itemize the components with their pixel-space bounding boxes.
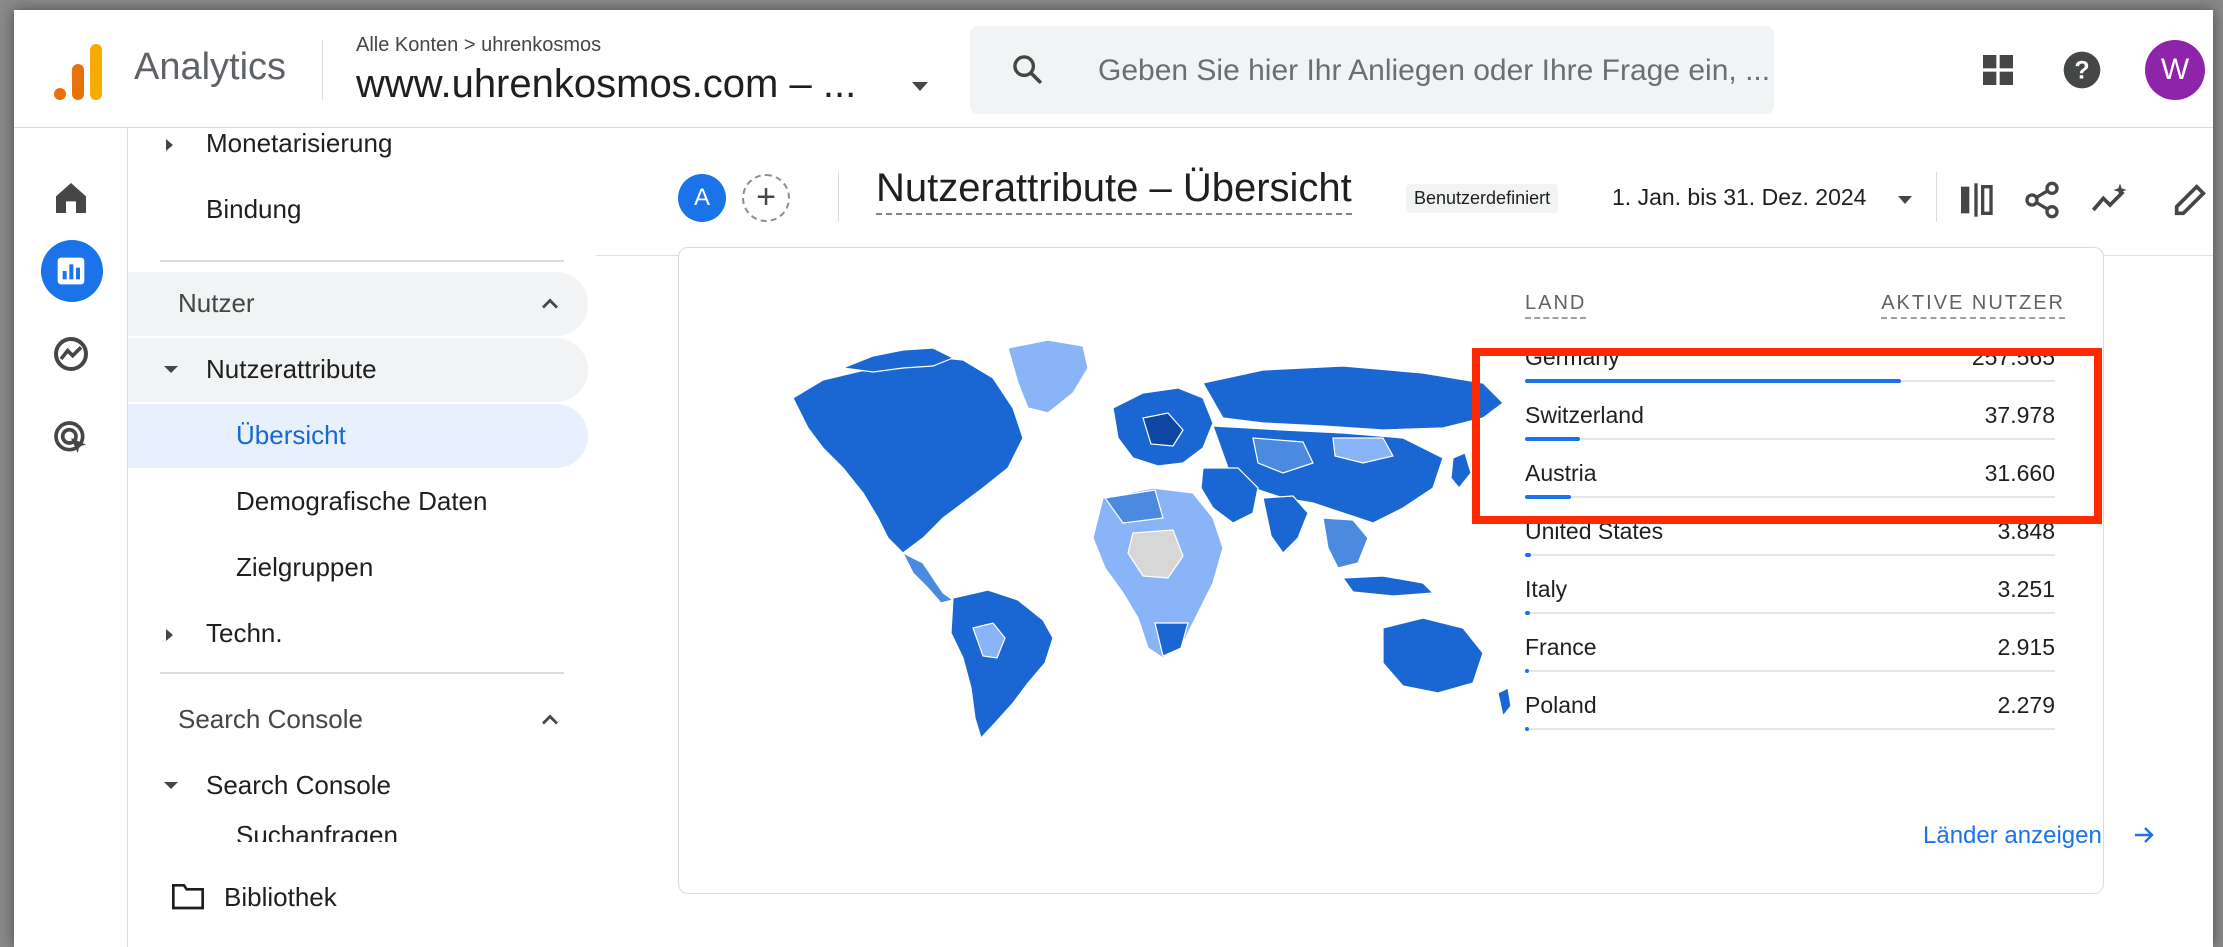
map-new-zealand — [1497, 687, 1512, 718]
user-avatar[interactable]: W — [2145, 40, 2205, 100]
svg-text:?: ? — [2074, 56, 2089, 84]
nav-demografische-daten[interactable]: Demografische Daten — [236, 486, 487, 517]
date-preset-badge: Benutzerdefiniert — [1406, 184, 1559, 213]
chevron-down-icon[interactable] — [1898, 196, 1912, 204]
nav-suchanfragen[interactable]: Suchanfragen — [236, 820, 398, 842]
map-india — [1262, 495, 1309, 554]
nav-bindung[interactable]: Bindung — [206, 194, 301, 225]
share-bar — [1525, 727, 1529, 731]
left-rail — [14, 128, 128, 947]
country-name: Poland — [1525, 692, 1597, 718]
caret-down-icon[interactable] — [164, 366, 178, 373]
app-window: Analytics Alle Konten > uhrenkosmos www.… — [14, 10, 2213, 947]
compare-icon[interactable] — [1956, 180, 1996, 220]
share-bar-track — [1525, 670, 2055, 672]
map-australia — [1382, 617, 1484, 694]
page-title[interactable]: Nutzerattribute – Übersicht — [876, 166, 1352, 215]
folder-icon — [172, 884, 204, 910]
nav-section-nutzer[interactable]: Nutzer — [178, 288, 255, 319]
share-bar-track — [1525, 612, 2055, 614]
map-greenland — [1007, 339, 1089, 414]
search-bar[interactable]: Geben Sie hier Ihr Anliegen oder Ihre Fr… — [970, 26, 1774, 114]
column-header-country[interactable]: LAND — [1525, 292, 1587, 319]
nav-zielgruppen[interactable]: Zielgruppen — [236, 552, 373, 583]
help-icon[interactable]: ? — [2062, 50, 2102, 90]
comparison-chip-a[interactable]: A — [678, 174, 726, 222]
nav-search-console[interactable]: Search Console — [206, 770, 391, 801]
header-divider — [1936, 172, 1937, 222]
analytics-logo-icon[interactable] — [54, 44, 106, 100]
caret-down-icon[interactable] — [164, 782, 178, 789]
map-north-america — [792, 355, 1024, 554]
caret-right-icon[interactable] — [166, 139, 173, 151]
account-breadcrumb[interactable]: Alle Konten > uhrenkosmos — [356, 34, 601, 57]
share-bar — [1525, 611, 1530, 615]
map-southeast-asia — [1322, 517, 1369, 569]
world-map[interactable] — [783, 338, 1523, 754]
add-comparison-button[interactable]: + — [742, 174, 790, 222]
nav-section-search-console[interactable]: Search Console — [178, 704, 363, 735]
search-placeholder[interactable]: Geben Sie hier Ihr Anliegen oder Ihre Fr… — [1098, 54, 1770, 88]
map-south-america — [950, 589, 1054, 740]
active-users-value: 3.251 — [1997, 576, 2055, 602]
caret-right-icon[interactable] — [166, 629, 173, 641]
nav-clip: Suchanfragen — [128, 820, 596, 842]
country-map-card: LAND AKTIVE NUTZER Germany 257.565 Switzer… — [678, 247, 2154, 894]
share-bar — [1525, 669, 1530, 673]
apps-grid-icon[interactable] — [1978, 50, 2018, 90]
nav-divider — [160, 260, 564, 262]
active-users-value: 2.915 — [1997, 634, 2055, 660]
map-russia — [1202, 365, 1504, 431]
annotation-highlight-box — [1472, 348, 2102, 524]
advertising-icon[interactable] — [51, 418, 91, 458]
home-icon[interactable] — [51, 178, 91, 218]
header-divider — [322, 40, 323, 100]
view-countries-link[interactable]: Länder anzeigen — [1923, 822, 2102, 850]
country-name: Italy — [1525, 576, 1568, 602]
explore-icon[interactable] — [51, 334, 91, 374]
date-range-picker[interactable]: 1. Jan. bis 31. Dez. 2024 — [1612, 184, 1866, 211]
table-row[interactable]: Poland 2.279 — [1525, 682, 2055, 740]
share-bar-track — [1525, 554, 2055, 556]
table-row[interactable]: Italy 3.251 — [1525, 566, 2055, 624]
chevron-down-icon[interactable] — [912, 82, 928, 91]
insights-icon[interactable] — [2090, 180, 2130, 220]
report-navigation: Monetarisierung Bindung Nutzer Nutzeratt… — [128, 128, 596, 947]
share-bar-track — [1525, 728, 2055, 730]
column-header-active-users[interactable]: AKTIVE NUTZER — [1881, 292, 2065, 319]
table-row[interactable]: France 2.915 — [1525, 624, 2055, 682]
arrow-right-icon[interactable] — [2132, 822, 2156, 848]
nav-divider — [160, 672, 564, 674]
edit-icon[interactable] — [2170, 180, 2210, 220]
top-bar: Analytics Alle Konten > uhrenkosmos www.… — [14, 10, 2213, 128]
search-icon — [1013, 55, 1042, 84]
nav-uebersicht[interactable]: Übersicht — [236, 420, 346, 451]
app-name: Analytics — [134, 46, 287, 88]
active-users-value: 2.279 — [1997, 692, 2055, 718]
nav-monetarisierung[interactable]: Monetarisierung — [206, 128, 392, 159]
share-bar — [1525, 553, 1531, 557]
share-icon[interactable] — [2022, 180, 2062, 220]
map-indonesia — [1341, 575, 1435, 597]
report-header: A + Nutzerattribute – Übersicht Benutzer… — [596, 128, 2213, 256]
nav-nutzerattribute[interactable]: Nutzerattribute — [206, 354, 377, 385]
reports-icon[interactable] — [51, 251, 91, 291]
map-japan — [1450, 452, 1472, 489]
nav-techn[interactable]: Techn. — [206, 618, 283, 649]
chevron-up-icon[interactable] — [536, 706, 564, 734]
header-divider — [838, 172, 839, 222]
nav-bibliothek[interactable]: Bibliothek — [224, 882, 337, 913]
property-selector[interactable]: www.uhrenkosmos.com – ... — [356, 62, 856, 107]
country-name: France — [1525, 634, 1597, 660]
chevron-up-icon[interactable] — [536, 290, 564, 318]
map-central-america — [901, 551, 955, 604]
selected-item-bg — [128, 404, 588, 468]
